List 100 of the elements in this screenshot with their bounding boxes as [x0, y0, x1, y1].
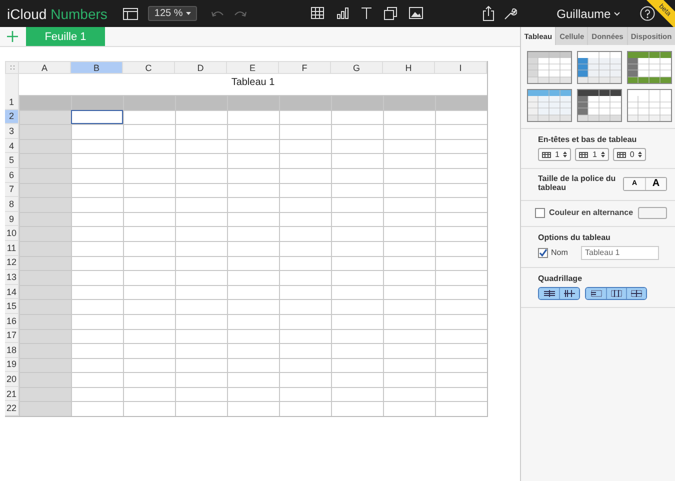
gridline-button[interactable] — [606, 288, 626, 299]
table-cell[interactable] — [383, 299, 435, 314]
table-cell[interactable] — [71, 270, 123, 285]
table-cell[interactable] — [383, 226, 435, 241]
table-cell[interactable] — [383, 153, 435, 168]
table-cell[interactable] — [331, 240, 383, 256]
table-cell[interactable] — [175, 386, 227, 402]
table-cell[interactable] — [123, 270, 175, 285]
table-cell[interactable] — [19, 226, 71, 241]
table-cell[interactable] — [19, 343, 71, 358]
table-cell[interactable] — [175, 270, 227, 285]
table-cell[interactable] — [175, 314, 227, 328]
gridline-button[interactable] — [586, 288, 606, 299]
table-cell[interactable] — [19, 95, 71, 110]
table-cell[interactable] — [279, 168, 331, 183]
table-cell[interactable] — [279, 182, 331, 198]
header-stepper[interactable]: 1 — [575, 148, 609, 161]
row-header[interactable]: 8 — [5, 197, 19, 212]
table-cell[interactable] — [279, 95, 331, 110]
table-cell[interactable] — [227, 358, 279, 372]
table-icon[interactable] — [310, 7, 324, 19]
row-header[interactable]: 7 — [5, 182, 19, 198]
shape-icon[interactable] — [384, 7, 397, 20]
gridline-button[interactable] — [626, 288, 646, 299]
table-cell[interactable] — [279, 284, 331, 300]
row-header[interactable]: 5 — [5, 153, 19, 168]
gridline-button[interactable] — [559, 288, 579, 299]
table-cell[interactable] — [71, 124, 123, 139]
table-cell[interactable] — [227, 240, 279, 256]
table-cell[interactable] — [175, 168, 227, 183]
table-cell[interactable] — [331, 153, 383, 168]
table-cell[interactable] — [123, 343, 175, 358]
table-cell[interactable] — [123, 284, 175, 300]
table-cell[interactable] — [279, 226, 331, 241]
table-cell[interactable] — [71, 386, 123, 402]
table-cell[interactable] — [175, 226, 227, 241]
table-cell[interactable] — [227, 124, 279, 139]
table-cell[interactable] — [331, 358, 383, 372]
table-cell[interactable] — [71, 226, 123, 241]
table-cell[interactable] — [331, 212, 383, 226]
table-cell[interactable] — [279, 372, 331, 387]
gridline-button[interactable] — [539, 288, 559, 299]
table-cell[interactable] — [331, 95, 383, 110]
row-header[interactable]: 12 — [5, 256, 19, 270]
row-header[interactable]: 1 — [5, 95, 19, 110]
table-cell[interactable] — [123, 226, 175, 241]
stepper-arrows-icon[interactable] — [563, 151, 568, 158]
table-cell[interactable] — [383, 401, 435, 416]
table-cell[interactable] — [331, 110, 383, 124]
table-cell[interactable] — [19, 328, 71, 344]
table-cell[interactable] — [227, 95, 279, 110]
table-cell[interactable] — [227, 343, 279, 358]
table-cell[interactable] — [383, 240, 435, 256]
redo-icon[interactable] — [232, 8, 247, 18]
table-cell[interactable] — [435, 168, 487, 183]
table-cell[interactable] — [227, 212, 279, 226]
table-cell[interactable] — [123, 299, 175, 314]
zoom-dropdown[interactable]: 125 % — [148, 6, 197, 21]
table-cell[interactable] — [331, 372, 383, 387]
table-cell[interactable] — [331, 226, 383, 241]
table-cell[interactable] — [331, 401, 383, 416]
table-cell[interactable] — [227, 270, 279, 285]
table-cell[interactable] — [435, 401, 487, 416]
selected-cell[interactable] — [71, 110, 123, 124]
table-cell[interactable] — [383, 256, 435, 270]
table-cell[interactable] — [123, 314, 175, 328]
table-cell[interactable] — [227, 256, 279, 270]
table-cell[interactable] — [19, 240, 71, 256]
table-cell[interactable] — [435, 197, 487, 212]
table-cell[interactable] — [123, 110, 175, 124]
table-cell[interactable] — [19, 299, 71, 314]
table-cell[interactable] — [71, 314, 123, 328]
table-cell[interactable] — [227, 110, 279, 124]
row-header[interactable]: 9 — [5, 212, 19, 226]
table-cell[interactable] — [383, 343, 435, 358]
column-header[interactable]: D — [175, 61, 227, 74]
table-cell[interactable] — [123, 372, 175, 387]
table-cell[interactable] — [435, 226, 487, 241]
name-field[interactable]: Tableau 1 — [581, 246, 659, 260]
color-well[interactable] — [638, 206, 667, 219]
table-cell[interactable] — [435, 95, 487, 110]
table-cell[interactable] — [19, 314, 71, 328]
table-cell[interactable] — [175, 401, 227, 416]
table-cell[interactable] — [175, 358, 227, 372]
table-cell[interactable] — [279, 328, 331, 344]
table-cell[interactable] — [123, 168, 175, 183]
sidebar-icon[interactable] — [123, 8, 138, 20]
table-cell[interactable] — [279, 240, 331, 256]
undo-icon[interactable] — [210, 8, 225, 18]
table-cell[interactable] — [227, 168, 279, 183]
table-cell[interactable] — [331, 182, 383, 198]
table-cell[interactable] — [435, 270, 487, 285]
column-header[interactable]: I — [435, 61, 487, 74]
table-cell[interactable] — [19, 168, 71, 183]
table-cell[interactable] — [123, 256, 175, 270]
table-cell[interactable] — [383, 168, 435, 183]
table-cell[interactable] — [279, 343, 331, 358]
table-cell[interactable] — [331, 256, 383, 270]
table-cell[interactable] — [331, 314, 383, 328]
table-cell[interactable] — [383, 182, 435, 198]
